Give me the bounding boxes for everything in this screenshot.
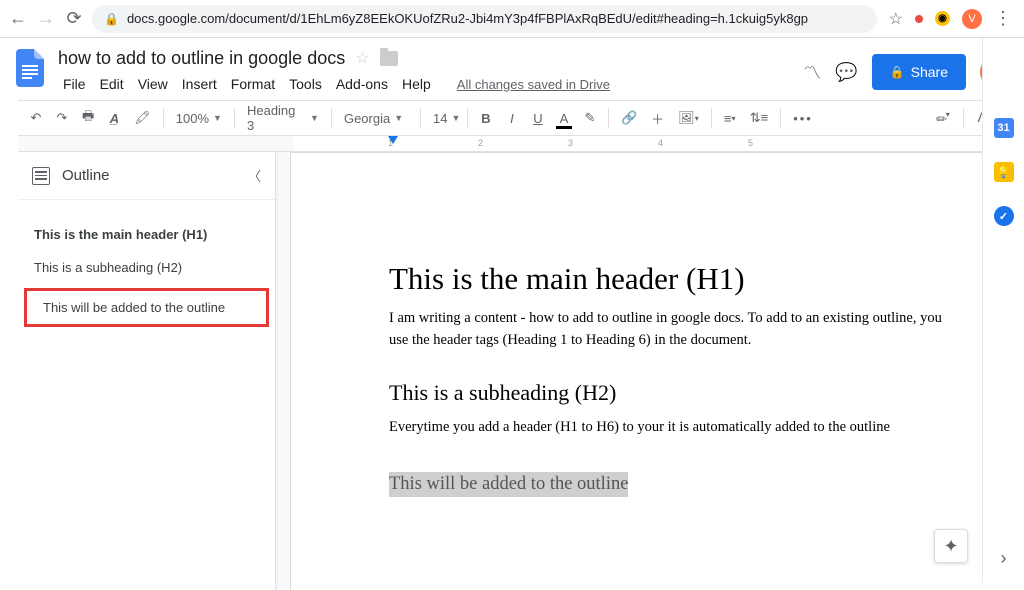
underline-button[interactable]: U — [528, 106, 548, 130]
indent-marker-icon[interactable] — [388, 136, 398, 144]
collapse-outline-button[interactable]: 〈 — [248, 166, 261, 185]
save-status[interactable]: All changes saved in Drive — [452, 75, 615, 94]
extension-grammarly-icon[interactable]: ◉ — [935, 11, 950, 26]
undo-button[interactable]: ↶ — [26, 106, 46, 130]
zoom-select[interactable]: 100%▼ — [172, 111, 226, 126]
image-button[interactable]: 🖼▾ — [674, 106, 703, 130]
doc-heading-1[interactable]: This is the main header (H1) — [389, 261, 1000, 297]
side-panel: 31 💡 ✓ › — [982, 38, 1024, 583]
ruler-tick: 2 — [478, 138, 483, 148]
doc-paragraph[interactable]: I am writing a content - how to add to o… — [389, 307, 959, 352]
lock-icon: 🔒 — [890, 65, 905, 79]
share-button[interactable]: 🔒 Share — [872, 54, 966, 90]
toolbar: ↶ ↷ 🖶 A̲ 🖍 100%▼ Heading 3▼ Georgia▼ 14▼… — [18, 100, 1000, 136]
forward-button[interactable]: → — [36, 9, 56, 29]
more-button[interactable]: ••• — [789, 106, 817, 130]
italic-button[interactable]: I — [502, 106, 522, 130]
fontsize-select[interactable]: 14▼ — [429, 111, 459, 126]
menu-addons[interactable]: Add-ons — [331, 74, 393, 94]
spellcheck-button[interactable]: A̲ — [104, 106, 124, 130]
url-text: docs.google.com/document/d/1EhLm6yZ8EEkO… — [127, 11, 808, 26]
outline-list: This is the main header (H1) This is a s… — [18, 200, 275, 331]
outline-icon — [32, 167, 50, 185]
link-button[interactable]: 🔗 — [617, 106, 641, 130]
browser-menu-icon[interactable]: ⋮ — [994, 8, 1012, 29]
ruler-tick: 3 — [568, 138, 573, 148]
activity-icon[interactable]: 〽 — [803, 59, 821, 85]
content-area: Outline 〈 This is the main header (H1) T… — [18, 152, 1000, 590]
lock-icon: 🔒 — [104, 12, 119, 26]
redo-button[interactable]: ↷ — [52, 106, 72, 130]
highlight-button[interactable]: ✎ — [580, 106, 600, 130]
menubar: File Edit View Insert Format Tools Add-o… — [58, 72, 793, 96]
menu-edit[interactable]: Edit — [95, 74, 129, 94]
profile-avatar[interactable]: V — [962, 9, 982, 29]
share-label: Share — [911, 64, 948, 80]
outline-panel: Outline 〈 This is the main header (H1) T… — [18, 152, 276, 590]
outline-title: Outline — [62, 167, 236, 184]
font-select[interactable]: Georgia▼ — [340, 111, 412, 126]
outline-item[interactable]: This is a subheading (H2) — [18, 251, 275, 284]
bookmark-star-icon[interactable]: ☆ — [889, 9, 903, 29]
browser-toolbar: ← → ⟳ 🔒 docs.google.com/document/d/1EhLm… — [0, 0, 1024, 38]
doc-title[interactable]: how to add to outline in google docs — [58, 48, 345, 69]
extension-dot-icon[interactable] — [915, 15, 923, 23]
ruler-tick: 5 — [748, 138, 753, 148]
doc-paragraph[interactable]: Everytime you add a header (H1 to H6) to… — [389, 416, 959, 438]
star-icon[interactable]: ☆ — [355, 48, 369, 68]
docs-logo-icon[interactable] — [12, 44, 48, 92]
docs-header: how to add to outline in google docs ☆ F… — [0, 38, 1024, 100]
document-canvas[interactable]: This is the main header (H1) I am writin… — [276, 152, 1000, 590]
outline-item[interactable]: This is the main header (H1) — [18, 218, 275, 251]
move-folder-icon[interactable] — [380, 51, 398, 66]
address-bar[interactable]: 🔒 docs.google.com/document/d/1EhLm6yZ8EE… — [92, 5, 877, 33]
keep-icon[interactable]: 💡 — [994, 162, 1014, 182]
menu-insert[interactable]: Insert — [177, 74, 222, 94]
back-button[interactable]: ← — [8, 9, 28, 29]
style-select[interactable]: Heading 3▼ — [243, 103, 323, 133]
bold-button[interactable]: B — [476, 106, 496, 130]
document-page[interactable]: This is the main header (H1) I am writin… — [290, 152, 1000, 590]
ruler[interactable]: 1 2 3 4 5 — [18, 136, 1000, 152]
menu-format[interactable]: Format — [226, 74, 280, 94]
editing-mode-button[interactable]: ✎▾ — [927, 101, 960, 134]
line-spacing-button[interactable]: ⇅≡ — [746, 106, 772, 130]
tasks-icon[interactable]: ✓ — [994, 206, 1014, 226]
calendar-icon[interactable]: 31 — [994, 118, 1014, 138]
ruler-tick: 4 — [658, 138, 663, 148]
doc-heading-2[interactable]: This is a subheading (H2) — [389, 380, 1000, 406]
menu-tools[interactable]: Tools — [284, 74, 327, 94]
menu-help[interactable]: Help — [397, 74, 436, 94]
print-button[interactable]: 🖶 — [78, 106, 98, 130]
align-button[interactable]: ≡▾ — [720, 106, 740, 130]
comment-button[interactable]: ＋ — [647, 106, 668, 130]
text-color-button[interactable]: A — [554, 106, 574, 130]
comments-icon[interactable]: 💬 — [835, 62, 857, 83]
menu-view[interactable]: View — [133, 74, 173, 94]
explore-button[interactable]: ✦ — [934, 529, 968, 563]
menu-file[interactable]: File — [58, 74, 91, 94]
extension-icons: ☆ ◉ V ⋮ — [885, 8, 1016, 29]
paint-format-button[interactable]: 🖍 — [130, 106, 155, 130]
doc-heading-3-selected[interactable]: This will be added to the outline — [389, 472, 628, 497]
reload-button[interactable]: ⟳ — [64, 9, 84, 29]
outline-item[interactable]: This will be added to the outline — [24, 288, 269, 327]
expand-panel-button[interactable]: › — [1001, 548, 1007, 569]
